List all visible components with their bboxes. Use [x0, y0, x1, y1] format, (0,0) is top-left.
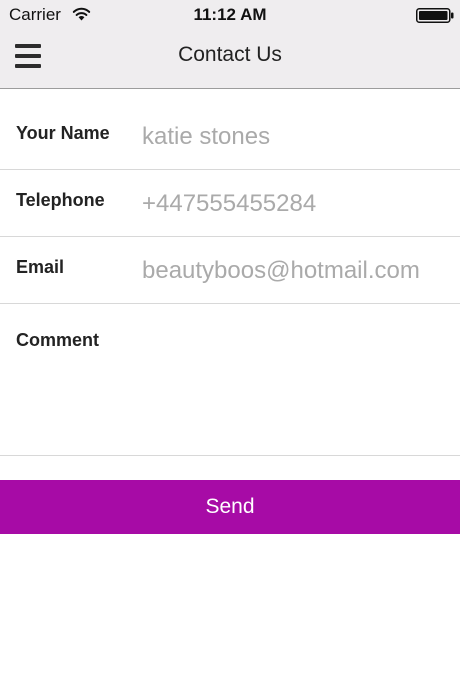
status-bar: Carrier 11:12 AM	[0, 0, 460, 30]
comment-label: Comment	[16, 330, 100, 350]
name-field[interactable]	[142, 123, 452, 151]
battery-icon	[416, 8, 454, 23]
telephone-field[interactable]	[142, 190, 452, 218]
comment-row: Comment	[0, 304, 460, 456]
email-label: Email	[16, 257, 65, 277]
name-label: Your Name	[16, 123, 110, 143]
page-title: Contact Us	[178, 43, 282, 66]
email-field[interactable]	[142, 257, 452, 285]
telephone-label: Telephone	[16, 190, 105, 210]
telephone-row: Telephone	[0, 170, 460, 237]
name-row: Your Name	[0, 103, 460, 170]
navigation-bar: Contact Us	[0, 30, 460, 89]
comment-field[interactable]	[142, 322, 446, 446]
clock: 11:12 AM	[193, 5, 267, 24]
send-button[interactable]: Send	[0, 480, 460, 534]
email-row: Email	[0, 237, 460, 304]
